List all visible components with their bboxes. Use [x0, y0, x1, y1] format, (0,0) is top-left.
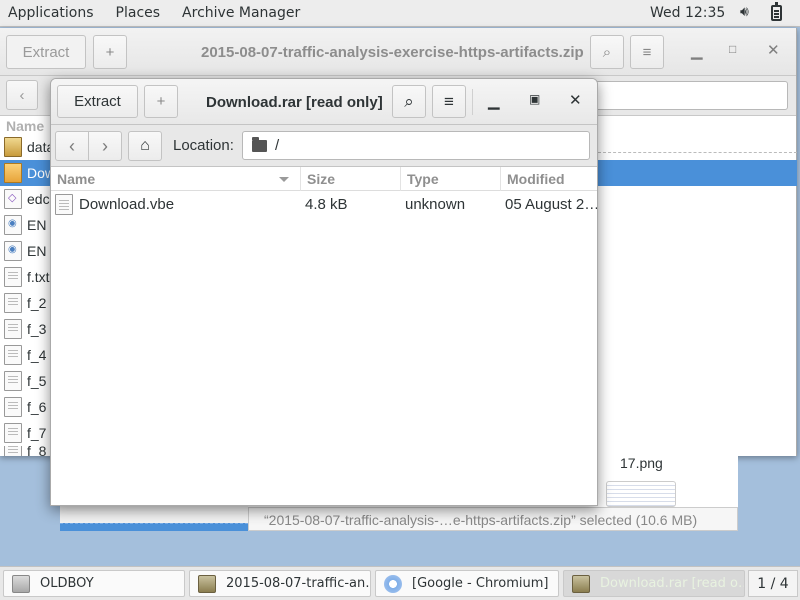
sort-arrow-icon [279, 177, 289, 182]
search-icon: ⌕ [602, 43, 612, 61]
forward-button[interactable]: › [88, 132, 121, 160]
file-type: unknown [405, 196, 466, 213]
web-file-icon [4, 241, 22, 261]
home-button[interactable]: ⌂ [128, 131, 162, 161]
workspace-pager[interactable]: 1 / 4 [748, 570, 798, 597]
minimize-button[interactable]: ▁ [691, 42, 703, 60]
window-title: Download.rar [read only] [206, 94, 383, 111]
window-title: 2015-08-07-traffic-analysis-exercise-htt… [201, 44, 584, 61]
web-file-icon [4, 215, 22, 235]
minimize-button[interactable]: ▁ [488, 92, 500, 110]
add-files-button[interactable]: + [93, 35, 127, 69]
extract-button[interactable]: Extract [57, 85, 138, 118]
search-button[interactable]: ⌕ [392, 85, 426, 118]
status-bar: “2015-08-07-traffic-analysis-…e-https-ar… [248, 507, 738, 531]
speaker-icon[interactable]: 🔊︎ [740, 4, 749, 20]
archive-manager-icon [572, 574, 590, 593]
menu-button[interactable]: ≡ [432, 85, 466, 118]
archive-manager-icon [198, 574, 216, 593]
back-button[interactable]: ‹ [56, 132, 88, 160]
column-headers: Name Size Type Modified [51, 167, 597, 191]
headerbar: Extract + Download.rar [read only] ⌕ ≡ ▁… [51, 79, 597, 125]
text-file-icon [4, 319, 22, 339]
search-button[interactable]: ⌕ [590, 35, 624, 69]
extract-button[interactable]: Extract [6, 35, 86, 69]
hamburger-icon: ≡ [444, 91, 454, 111]
sidebar-selected-item[interactable] [60, 523, 248, 531]
task-chromium[interactable]: [Google - Chromium] [375, 570, 559, 597]
add-files-button[interactable]: + [144, 85, 178, 118]
maximize-button[interactable]: □ [729, 42, 736, 56]
column-size[interactable]: Size [307, 171, 335, 187]
file-size: 4.8 kB [305, 196, 348, 213]
menu-button[interactable]: ≡ [630, 35, 664, 69]
location-field[interactable] [580, 81, 788, 110]
task-archive-zip[interactable]: 2015-08-07-traffic-an… [189, 570, 371, 597]
text-file-icon [4, 423, 22, 443]
file-cabinet-icon [12, 574, 30, 593]
location-label: Location: [173, 137, 234, 154]
text-file-icon [55, 194, 73, 215]
file-modified: 05 August 2… [505, 196, 598, 213]
column-name[interactable]: Name [57, 171, 95, 187]
maximize-button[interactable]: ▣ [529, 92, 540, 106]
text-file-icon [4, 371, 22, 391]
clock[interactable]: Wed 12:35 [650, 5, 725, 21]
task-download-rar[interactable]: Download.rar [read o… [563, 570, 745, 597]
top-panel: Applications Places Archive Manager Wed … [0, 0, 800, 27]
text-file-icon [4, 267, 22, 287]
location-path: / [275, 137, 280, 154]
text-file-icon [4, 345, 22, 365]
search-icon: ⌕ [404, 91, 414, 111]
text-file-icon [4, 446, 22, 456]
back-button[interactable]: ‹ [6, 80, 38, 110]
close-button[interactable]: ✕ [569, 91, 582, 109]
battery-icon[interactable] [771, 2, 782, 21]
taskbar: OLDBOY 2015-08-07-traffic-an… [Google - … [0, 566, 800, 600]
column-name[interactable]: Name [6, 118, 44, 134]
close-button[interactable]: ✕ [767, 41, 780, 59]
archive-icon [4, 163, 22, 183]
headerbar: Extract + 2015-08-07-traffic-analysis-ex… [0, 28, 796, 76]
location-bar: ‹ › ⌂ Location: / [51, 125, 597, 167]
table-row[interactable]: Download.vbe 4.8 kB unknown 05 August 2… [51, 191, 597, 217]
file-label[interactable]: 17.png [620, 455, 663, 471]
navigation-buttons: ‹ › [55, 131, 122, 161]
chromium-icon [384, 574, 402, 593]
text-file-icon [4, 397, 22, 417]
file-name: Download.vbe [79, 196, 175, 213]
home-icon: ⌂ [140, 137, 150, 154]
hamburger-icon: ≡ [642, 43, 652, 61]
separator [472, 89, 473, 115]
diamond-file-icon [4, 189, 22, 209]
column-modified[interactable]: Modified [507, 171, 565, 187]
image-thumbnail[interactable] [606, 481, 676, 507]
archive-manager-menu[interactable]: Archive Manager [171, 5, 311, 21]
folder-icon [252, 137, 267, 152]
places-menu[interactable]: Places [105, 5, 172, 21]
text-file-icon [4, 293, 22, 313]
task-oldboy[interactable]: OLDBOY [3, 570, 185, 597]
applications-menu[interactable]: Applications [0, 5, 105, 21]
column-type[interactable]: Type [407, 171, 439, 187]
image-folder-icon [4, 137, 22, 157]
location-field[interactable]: / [242, 131, 590, 160]
download-rar-window: Extract + Download.rar [read only] ⌕ ≡ ▁… [50, 78, 598, 506]
